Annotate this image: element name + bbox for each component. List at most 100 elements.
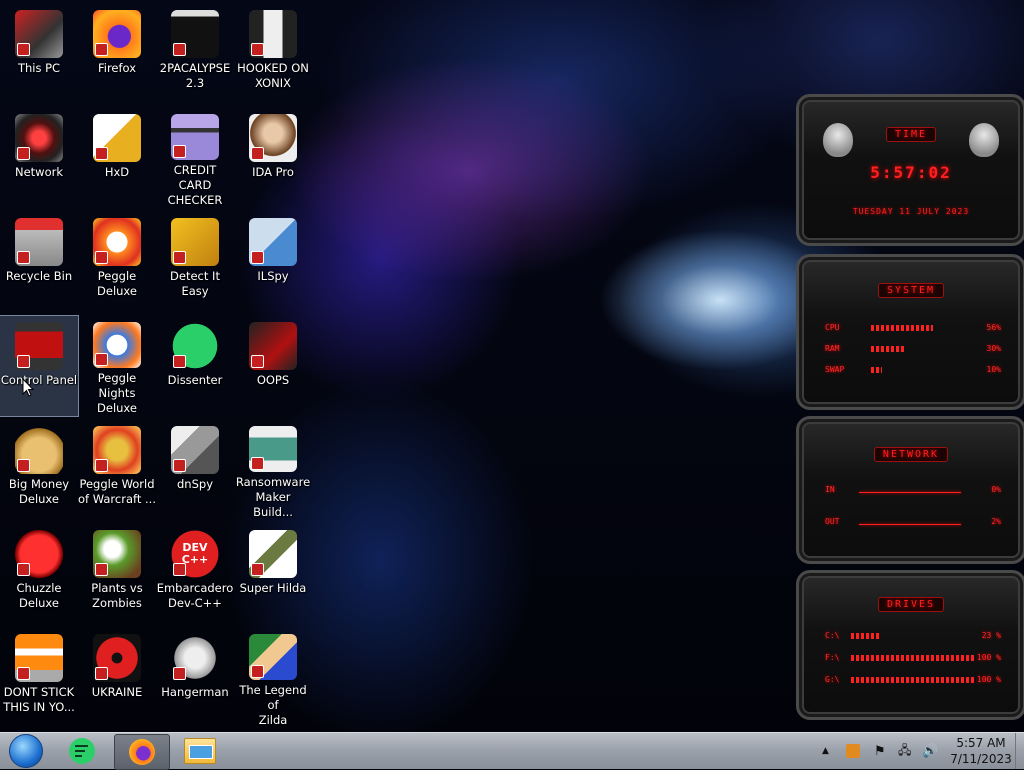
desktop-icon-label: Firefox [97, 61, 137, 75]
desktop-icon-label: HxD [104, 165, 130, 179]
desktop-icon-dnspy[interactable]: dnSpy [156, 420, 234, 520]
desktop-icon-peggle-nights[interactable]: Peggle Nights Deluxe [78, 316, 156, 416]
desktop-icon-control-panel[interactable]: Control Panel [0, 315, 79, 417]
shortcut-shield-icon [173, 43, 186, 56]
traffic-cone-icon [15, 634, 63, 682]
desktop-icon-zilda[interactable]: The Legend of Zilda [234, 628, 312, 728]
desktop-icon-label: Peggle World of Warcraft ... [78, 477, 156, 506]
tray-app-icon[interactable] [846, 733, 860, 769]
desktop-icon-credit-card[interactable]: CREDIT CARD CHECKER [156, 108, 234, 208]
shortcut-shield-icon [251, 665, 264, 678]
desktop-icon-label: Hangerman [161, 685, 229, 699]
desktop-icon-label: Dissenter [167, 373, 223, 387]
shortcut-shield-icon [251, 43, 264, 56]
desktop-icon-label: CREDIT CARD CHECKER [167, 163, 223, 207]
desktop-icon-ida-pro[interactable]: IDA Pro [234, 108, 312, 208]
row-label: F:\ [825, 653, 840, 662]
network-icon [15, 114, 63, 162]
traffic-graph-line [859, 524, 961, 525]
row-value: 100 % [976, 653, 1001, 662]
network-status-icon[interactable]: 🖧 [898, 733, 911, 769]
sys-row: RAM 30% [825, 344, 1001, 356]
peggle-icon [93, 218, 141, 266]
drv-row: F:\ 100 % [825, 653, 1001, 665]
desktop-icon-detect-it-easy[interactable]: Detect It Easy [156, 212, 234, 312]
desktop-icon-peggle[interactable]: Peggle Deluxe [78, 212, 156, 312]
traffic-graph-line [859, 492, 961, 493]
desktop-icon-firefox[interactable]: Firefox [78, 4, 156, 104]
system-gadget[interactable]: SYSTEM CPU 56% RAM 30% SWAP 10% [796, 254, 1024, 410]
desktop-icon-plants-vs-zombies[interactable]: Plants vs Zombies [78, 524, 156, 624]
taskbar-file-explorer-button[interactable] [178, 734, 222, 768]
desktop-icon-label: Recycle Bin [5, 269, 73, 283]
desktop-icon-label: Ransomware Maker Build... [235, 475, 311, 519]
desktop-icon-this-pc[interactable]: This PC [0, 4, 78, 104]
desktop-icon-traffic-cone[interactable]: DONT STICK THIS IN YO... [0, 628, 78, 728]
usage-bar [851, 633, 880, 639]
volume-icon[interactable]: 🔊 [922, 733, 938, 769]
shortcut-shield-icon [251, 457, 264, 470]
row-value: 100 % [976, 675, 1001, 684]
shortcut-shield-icon [95, 353, 108, 366]
shortcut-shield-icon [17, 43, 30, 56]
drives-gadget[interactable]: DRIVES C:\ 23 % F:\ 100 % G:\ 100 % [796, 570, 1024, 720]
this-pc-icon [15, 10, 63, 58]
chuzzle-icon [15, 530, 63, 578]
start-orb-icon [9, 734, 43, 768]
desktop-icon-chuzzle[interactable]: Chuzzle Deluxe [0, 524, 78, 624]
dissenter-icon [171, 322, 219, 370]
taskbar-clock[interactable]: 5:57 AM 7/11/2023 [950, 735, 1012, 767]
desktop-icon-money-bag[interactable]: Big Money Deluxe [0, 420, 78, 520]
desktop-icon-peggle-wow[interactable]: Peggle World of Warcraft ... [78, 420, 156, 520]
shortcut-shield-icon [17, 667, 30, 680]
desktop-icon-label: Network [14, 165, 64, 179]
show-hidden-icons-button[interactable]: ▲ [822, 733, 829, 769]
firefox-icon [93, 10, 141, 58]
desktop-icon-ilspy[interactable]: ILSpy [234, 212, 312, 312]
net-row: IN 0% [825, 485, 1001, 497]
shortcut-shield-icon [95, 667, 108, 680]
desktop-icon-hangerman[interactable]: Hangerman [156, 628, 234, 728]
usage-bar [871, 367, 882, 373]
desktop-icon-terminal[interactable]: 2PACALYPSE 2.3 [156, 4, 234, 104]
devcpp-badge-text: DEV C++ [181, 541, 209, 566]
action-center-flag-icon[interactable]: ⚑ [874, 733, 886, 769]
desktop[interactable]: This PC Firefox 2PACALYPSE 2.3 HOOKED ON XO… [0, 0, 1024, 732]
row-label: IN [825, 485, 835, 494]
recycle-bin-icon [15, 218, 63, 266]
desktop-icon-recycle-bin[interactable]: Recycle Bin [0, 212, 78, 312]
shortcut-shield-icon [95, 43, 108, 56]
desktop-icon-ransomware-maker[interactable]: Ransomware Maker Build... [234, 420, 312, 520]
taskbar-dissenter-button[interactable] [62, 734, 102, 768]
shortcut-shield-icon [251, 251, 264, 264]
desktop-icon-label: Embarcadero Dev-C++ [156, 581, 234, 610]
terminal-icon [171, 10, 219, 58]
shortcut-shield-icon [17, 251, 30, 264]
ilspy-icon [249, 218, 297, 266]
show-desktop-button[interactable] [1015, 733, 1024, 769]
time-gadget[interactable]: TIME 5:57:02 TUESDAY 11 JULY 2023 [796, 94, 1024, 246]
start-button[interactable] [6, 734, 46, 768]
desktop-icon-hxd[interactable]: HxD [78, 108, 156, 208]
system-gadget-title: SYSTEM [799, 283, 1023, 298]
gadget-date: TUESDAY 11 JULY 2023 [852, 207, 970, 216]
shortcut-shield-icon [95, 251, 108, 264]
desktop-icon-oops[interactable]: OOPS [234, 316, 312, 416]
desktop-icon-dissenter[interactable]: Dissenter [156, 316, 234, 416]
desktop-icon-label: 2PACALYPSE 2.3 [159, 61, 231, 90]
desktop-icon-network[interactable]: Network [0, 108, 78, 208]
row-label: CPU [825, 323, 840, 332]
row-label: SWAP [825, 365, 845, 374]
ida-pro-icon [249, 114, 297, 162]
desktop-icon-devcpp[interactable]: DEV C++ Embarcadero Dev-C++ [156, 524, 234, 624]
network-gadget-title: NETWORK [799, 447, 1023, 462]
taskbar-firefox-button[interactable] [114, 734, 170, 770]
desktop-icon-label: Chuzzle Deluxe [16, 581, 62, 610]
desktop-icon-xonix-game[interactable]: HOOKED ON XONIX [234, 4, 312, 104]
desktop-icon-radiation[interactable]: UKRAINE [78, 628, 156, 728]
row-value: 56% [986, 323, 1001, 332]
shortcut-shield-icon [95, 459, 108, 472]
desktop-icon-super-hilda[interactable]: Super Hilda [234, 524, 312, 624]
desktop-icon-label: ILSpy [257, 269, 289, 283]
network-gadget[interactable]: NETWORK IN 0% OUT 2% [796, 416, 1024, 564]
